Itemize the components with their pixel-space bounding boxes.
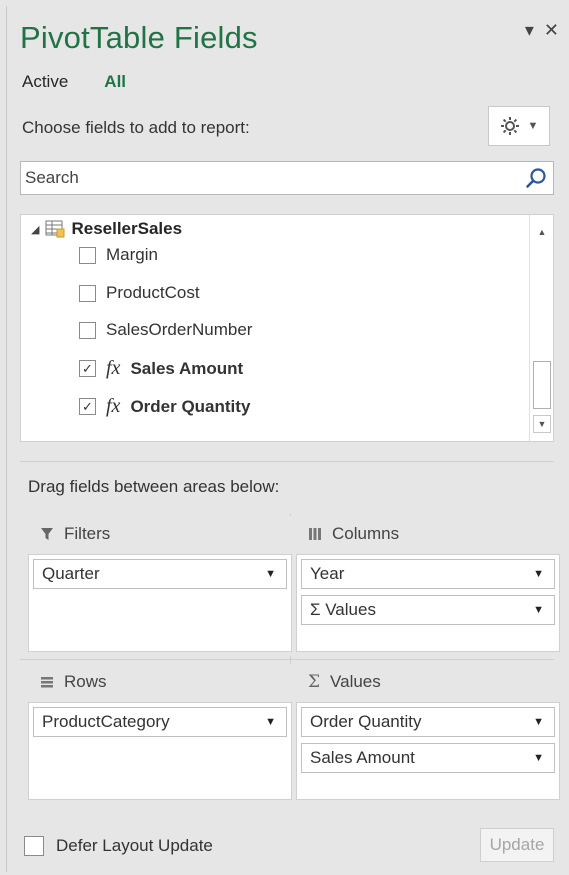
defer-checkbox[interactable] [24,836,44,856]
field-checkbox[interactable] [79,321,96,339]
measure-fx-icon: fx [106,395,121,417]
column-field-values[interactable]: Σ Values ▼ [301,595,555,625]
defer-label: Defer Layout Update [56,836,213,855]
section-divider [20,461,554,462]
filter-icon [41,528,53,540]
field-item-salesordernumber[interactable]: SalesOrderNumber [79,320,252,340]
rows-area: Rows ProductCategory ▼ [28,664,292,804]
table-name: ResellerSales [71,219,183,238]
search-box [20,161,554,195]
field-label: ProductCost [106,283,200,302]
tab-active[interactable]: Active [22,72,68,92]
field-item-order-quantity[interactable]: ✓ fx Order Quantity [79,395,250,418]
value-field-sales-amount[interactable]: Sales Amount ▼ [301,743,555,773]
field-label: SalesOrderNumber [106,320,253,339]
field-checkbox[interactable] [79,246,96,264]
scroll-down-icon[interactable]: ▼ [533,415,551,433]
field-pill-label: Σ Values [310,600,376,619]
area-horizontal-separator [20,659,554,660]
pane-title: PivotTable Fields [20,20,258,55]
search-input[interactable] [25,168,505,188]
collapse-triangle-icon[interactable]: ◢ [31,223,39,236]
chevron-down-icon[interactable]: ▼ [265,568,276,580]
chevron-down-icon[interactable]: ▼ [533,604,544,616]
choose-fields-label: Choose fields to add to report: [22,118,250,137]
row-field-productcategory[interactable]: ProductCategory ▼ [33,707,287,737]
measure-fx-icon: fx [106,357,121,379]
field-item-sales-amount[interactable]: ✓ fx Sales Amount [79,357,243,380]
field-pill-label: Quarter [42,564,100,583]
columns-label: Columns [332,524,400,543]
values-label: Values [330,672,381,691]
columns-header: Columns [308,524,399,544]
chevron-down-icon[interactable]: ▼ [533,568,544,580]
field-pill-label: Sales Amount [310,748,415,767]
sigma-icon: Σ [308,672,321,692]
settings-button[interactable]: ▼ [488,106,550,146]
filters-area: Filters Quarter ▼ [28,516,292,656]
field-label: Sales Amount [130,358,244,378]
rows-icon [41,677,53,688]
field-tabs: Active All [22,72,126,92]
values-drop-zone[interactable]: Order Quantity ▼ Sales Amount ▼ [296,702,560,800]
columns-drop-zone[interactable]: Year ▼ Σ Values ▼ [296,554,560,652]
scroll-up-icon[interactable]: ▲ [533,223,551,241]
field-checkbox-checked[interactable]: ✓ [79,360,96,377]
chevron-down-icon[interactable]: ▼ [533,716,544,728]
pane-window-controls: ▾ ✕ [525,20,559,41]
table-node[interactable]: ◢ ResellerSales [31,219,182,239]
filter-field-quarter[interactable]: Quarter ▼ [33,559,287,589]
columns-icon [309,528,321,540]
defer-layout-update[interactable]: Defer Layout Update [24,836,213,856]
search-icon[interactable] [525,167,547,189]
gear-icon [500,117,519,135]
scrollbar-thumb[interactable] [533,361,551,409]
chevron-down-icon: ▼ [527,120,539,132]
filters-drop-zone[interactable]: Quarter ▼ [28,554,292,652]
drag-fields-label: Drag fields between areas below: [28,477,280,496]
field-label: Order Quantity [130,396,251,416]
field-pill-label: Year [310,564,345,583]
field-item-productcost[interactable]: ProductCost [79,283,200,303]
rows-drop-zone[interactable]: ProductCategory ▼ [28,702,292,800]
table-icon [45,220,65,238]
filters-label: Filters [64,524,111,543]
value-field-order-quantity[interactable]: Order Quantity ▼ [301,707,555,737]
field-list-scrollbar[interactable]: ▲ ▼ [529,215,553,441]
column-field-year[interactable]: Year ▼ [301,559,555,589]
tab-all[interactable]: All [104,72,126,92]
columns-area: Columns Year ▼ Σ Values ▼ [296,516,560,656]
field-checkbox[interactable] [79,284,96,302]
field-label: Margin [106,245,158,264]
chevron-down-icon[interactable]: ▼ [533,752,544,764]
close-icon[interactable]: ✕ [544,20,559,41]
values-area: Σ Values Order Quantity ▼ Sales Amount ▼ [296,664,560,804]
task-pane-options-icon[interactable]: ▾ [525,20,534,41]
filters-header: Filters [40,524,110,544]
values-header: Σ Values [308,672,381,692]
rows-header: Rows [40,672,107,692]
field-list: ◢ ResellerSales Margin ProductCost Sales… [20,214,554,442]
chevron-down-icon[interactable]: ▼ [265,716,276,728]
field-item-margin[interactable]: Margin [79,245,158,265]
field-checkbox-checked[interactable]: ✓ [79,398,96,415]
rows-label: Rows [64,672,107,691]
field-pill-label: ProductCategory [42,712,170,731]
field-pill-label: Order Quantity [310,712,422,731]
update-button[interactable]: Update [480,828,554,862]
